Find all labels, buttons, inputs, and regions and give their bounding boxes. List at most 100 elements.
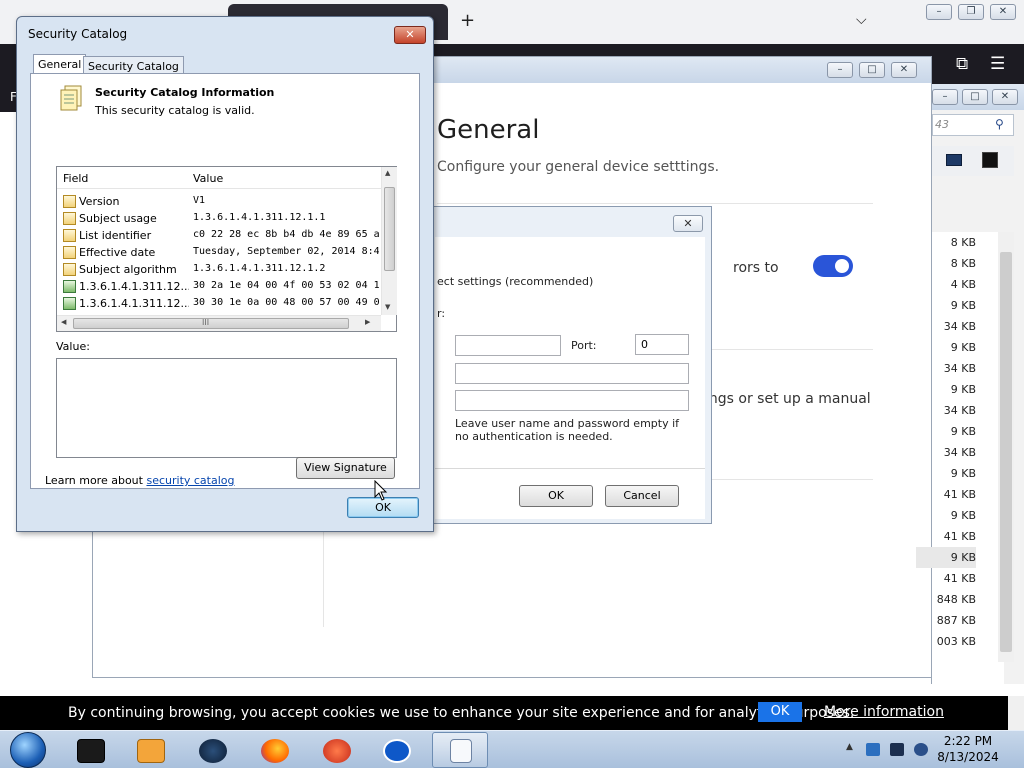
downloads-minimize-button[interactable]: – bbox=[932, 89, 958, 105]
column-field[interactable]: Field bbox=[63, 172, 88, 185]
address-input[interactable] bbox=[455, 335, 561, 356]
menu-icon[interactable]: ☰ bbox=[990, 54, 1005, 74]
security-catalog-link[interactable]: security catalog bbox=[146, 474, 234, 487]
list-vertical-scrollbar[interactable]: ▲ ▼ bbox=[381, 167, 397, 315]
taskbar-notepad-app[interactable] bbox=[432, 732, 488, 768]
download-size-item[interactable]: 9 KB bbox=[916, 547, 976, 568]
scroll-right-icon[interactable]: ▶ bbox=[365, 318, 370, 326]
search-icon[interactable]: ⚲ bbox=[995, 117, 1004, 131]
downloads-size-list: 8 KB 8 KB 4 KB 9 KB 34 KB 9 KB 34 KB 9 KB 34 KB 9… bbox=[916, 232, 1004, 684]
row-field: List identifier bbox=[79, 229, 152, 242]
browser-minimize-button[interactable]: – bbox=[926, 4, 952, 20]
taskbar-firefox-app[interactable] bbox=[246, 732, 302, 768]
scroll-thumb[interactable] bbox=[384, 187, 395, 271]
field-value-list[interactable]: Field Value Version V1 Subject usage 1.3.6.… bbox=[56, 166, 397, 332]
taskbar-globe-app[interactable] bbox=[184, 732, 240, 768]
globe-icon bbox=[199, 739, 227, 763]
download-size-item[interactable]: 34 KB bbox=[916, 400, 976, 421]
volume-tray-icon[interactable] bbox=[914, 743, 928, 756]
network-tray-icon[interactable] bbox=[866, 743, 880, 756]
download-size-item[interactable]: 4 KB bbox=[916, 274, 976, 295]
clock-time[interactable]: 2:22 PM bbox=[928, 734, 1008, 748]
download-size-item[interactable]: 34 KB bbox=[916, 442, 976, 463]
cookie-message: By continuing browsing, you accept cooki… bbox=[68, 705, 855, 721]
list-row[interactable]: 1.3.6.1.4.1.311.12... 30 2a 1e 04 00 4f 0… bbox=[57, 278, 381, 295]
start-button[interactable] bbox=[6, 731, 50, 768]
tab-general[interactable]: General bbox=[33, 54, 87, 75]
scroll-thumb[interactable] bbox=[1000, 252, 1012, 652]
error-reporting-toggle[interactable] bbox=[813, 255, 853, 277]
downloads-close-button[interactable]: ✕ bbox=[992, 89, 1018, 105]
row-field: Subject algorithm bbox=[79, 263, 177, 276]
scroll-thumb[interactable]: III bbox=[73, 318, 349, 329]
list-row[interactable]: List identifier c0 22 28 ec 8b b4 db 4e 8… bbox=[57, 227, 381, 244]
view-signature-button[interactable]: View Signature bbox=[296, 457, 395, 479]
proxy-setting-label: ings or set up a manual bbox=[705, 391, 871, 407]
download-size-item[interactable]: 9 KB bbox=[916, 421, 976, 442]
taskbar-teamviewer-app[interactable] bbox=[368, 732, 424, 768]
credentials-note: Leave user name and password empty if no… bbox=[455, 417, 680, 443]
download-size-item[interactable]: 41 KB bbox=[916, 484, 976, 505]
list-row[interactable]: Subject algorithm 1.3.6.1.4.1.311.12.1.2 bbox=[57, 261, 381, 278]
terminal-icon[interactable] bbox=[982, 152, 998, 168]
download-size-item[interactable]: 41 KB bbox=[916, 526, 976, 547]
list-row[interactable]: Version V1 bbox=[57, 193, 381, 210]
clock-date[interactable]: 8/13/2024 bbox=[928, 750, 1008, 764]
download-size-item[interactable]: 41 KB bbox=[916, 568, 976, 589]
monitor-icon[interactable] bbox=[946, 154, 962, 166]
download-size-item[interactable]: 9 KB bbox=[916, 505, 976, 526]
downloads-scrollbar[interactable] bbox=[998, 232, 1014, 662]
cancel-button[interactable]: Cancel bbox=[605, 485, 679, 507]
download-size-item[interactable]: 003 KB bbox=[916, 631, 976, 652]
value-textbox[interactable] bbox=[56, 358, 397, 458]
settings-maximize-button[interactable]: □ bbox=[859, 62, 885, 78]
media-player-icon bbox=[137, 739, 165, 763]
download-size-item[interactable]: 8 KB bbox=[916, 253, 976, 274]
more-information-link[interactable]: More information bbox=[824, 704, 944, 720]
extensions-icon[interactable]: ⧉ bbox=[956, 54, 968, 74]
scroll-up-icon[interactable]: ▲ bbox=[385, 169, 390, 177]
close-button[interactable]: ✕ bbox=[673, 215, 703, 232]
tray-overflow-icon[interactable]: ▲ bbox=[846, 742, 853, 752]
list-row[interactable]: 1.3.6.1.4.1.311.12... 30 30 1e 0a 00 48 0… bbox=[57, 295, 381, 312]
field-icon bbox=[63, 263, 76, 276]
settings-minimize-button[interactable]: – bbox=[827, 62, 853, 78]
close-button[interactable]: ✕ bbox=[394, 26, 426, 44]
toggle-knob bbox=[835, 259, 849, 273]
download-size-item[interactable]: 9 KB bbox=[916, 379, 976, 400]
display-tray-icon[interactable] bbox=[890, 743, 904, 756]
tab-list-chevron-icon[interactable]: ⌵ bbox=[856, 12, 867, 28]
taskbar-terminal-app[interactable] bbox=[62, 732, 118, 768]
ok-button[interactable]: OK bbox=[519, 485, 593, 507]
scroll-down-icon[interactable]: ▼ bbox=[385, 303, 390, 311]
download-size-item[interactable]: 34 KB bbox=[916, 316, 976, 337]
settings-close-button[interactable]: ✕ bbox=[891, 62, 917, 78]
security-catalog-dialog: Security Catalog ✕ General Security Cata… bbox=[16, 16, 434, 532]
download-size-item[interactable]: 887 KB bbox=[916, 610, 976, 631]
port-input[interactable]: 0 bbox=[635, 334, 689, 355]
column-value[interactable]: Value bbox=[193, 172, 223, 185]
password-input[interactable] bbox=[455, 390, 689, 411]
download-size-item[interactable]: 34 KB bbox=[916, 358, 976, 379]
download-size-item[interactable]: 8 KB bbox=[916, 232, 976, 253]
taskbar-pin-app[interactable] bbox=[308, 732, 364, 768]
downloads-search-input[interactable]: 43 ⚲ bbox=[932, 114, 1014, 136]
list-horizontal-scrollbar[interactable]: ◀ III ▶ bbox=[57, 315, 381, 331]
list-row[interactable]: Subject usage 1.3.6.1.4.1.311.12.1.1 bbox=[57, 210, 381, 227]
page-scrollbar[interactable] bbox=[1008, 696, 1024, 730]
downloads-maximize-button[interactable]: □ bbox=[962, 89, 988, 105]
cookie-ok-button[interactable]: OK bbox=[758, 702, 802, 722]
download-size-item[interactable]: 9 KB bbox=[916, 337, 976, 358]
username-input[interactable] bbox=[455, 363, 689, 384]
browser-close-button[interactable]: ✕ bbox=[990, 4, 1016, 20]
browser-restore-button[interactable]: ❐ bbox=[958, 4, 984, 20]
row-field: Version bbox=[79, 195, 120, 208]
download-size-item[interactable]: 9 KB bbox=[916, 295, 976, 316]
taskbar-media-app[interactable] bbox=[122, 732, 178, 768]
row-field: Subject usage bbox=[79, 212, 157, 225]
scroll-left-icon[interactable]: ◀ bbox=[61, 318, 66, 326]
download-size-item[interactable]: 9 KB bbox=[916, 463, 976, 484]
download-size-item[interactable]: 848 KB bbox=[916, 589, 976, 610]
new-tab-button[interactable]: + bbox=[460, 10, 475, 31]
list-row[interactable]: Effective date Tuesday, September 02, 201… bbox=[57, 244, 381, 261]
